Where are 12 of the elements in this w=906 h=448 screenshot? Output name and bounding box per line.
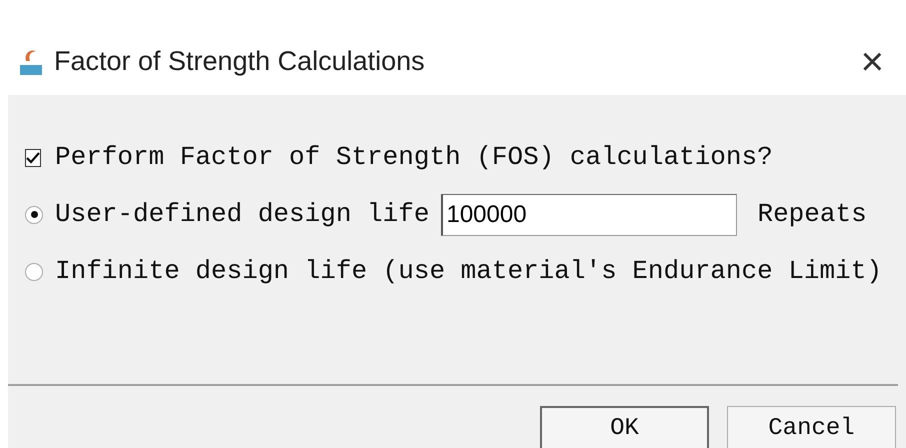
design-life-field[interactable]: 100000	[441, 194, 738, 236]
radio-button[interactable]	[25, 206, 43, 224]
dialog-button[interactable]: OK	[540, 406, 709, 448]
checkbox[interactable]	[25, 148, 41, 166]
option-label: User-defined design life	[55, 198, 430, 231]
option-label: Infinite design life (use material's Endurance Limit)	[55, 255, 882, 288]
unit-label: Repeats	[757, 198, 867, 231]
option-label: Perform Factor of Strength (FOS) calculations?	[55, 141, 773, 174]
dialog-button[interactable]: Cancel	[727, 406, 896, 448]
radio-button[interactable]	[25, 262, 43, 280]
close-button[interactable]: ×	[856, 42, 888, 82]
window-title: Factor of Strength Calculations	[54, 45, 426, 78]
